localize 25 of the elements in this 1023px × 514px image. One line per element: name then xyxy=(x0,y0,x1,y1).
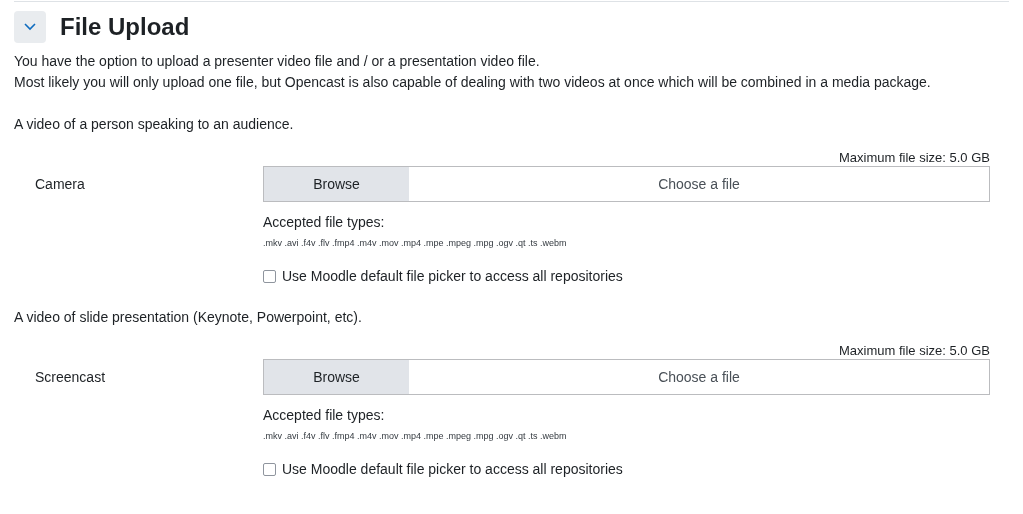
field-description: A video of slide presentation (Keynote, Powerpoint, etc). xyxy=(14,308,363,327)
field-description: A video of a person speaking to an audience. xyxy=(14,115,295,134)
accepted-types-label: Accepted file types: xyxy=(263,213,386,232)
accepted-types: .mkv .avi .f4v .flv .fmp4 .m4v .mov .mp4 .mpe .mpeg .mpg .ogv .qt .ts .webm xyxy=(263,237,568,250)
file-placeholder: Choose a file xyxy=(657,367,741,387)
browse-button[interactable]: Browse xyxy=(264,360,409,394)
collapse-toggle[interactable] xyxy=(14,11,46,43)
field-label: Camera xyxy=(35,176,85,192)
accepted-types: .mkv .avi .f4v .flv .fmp4 .m4v .mov .mp4 .mpe .mpeg .mpg .ogv .qt .ts .webm xyxy=(263,430,568,443)
file-picker[interactable]: Browse Choose a file xyxy=(263,166,990,202)
browse-button[interactable]: Browse xyxy=(264,167,409,201)
intro-text: You have the option to upload a presenter video file and / or a presentation video file. xyxy=(14,52,541,71)
checkbox[interactable] xyxy=(263,462,276,476)
intro-text: Most likely you will only upload one file, but Opencast is also capable of dealing with two videos at once which will be combined in a media package. xyxy=(14,73,932,92)
file-placeholder: Choose a file xyxy=(657,174,741,194)
section-title: File Upload xyxy=(60,15,190,39)
field-label: Screencast xyxy=(35,369,106,385)
file-picker[interactable]: Browse Choose a file xyxy=(263,359,990,395)
checkbox[interactable] xyxy=(263,269,276,283)
chevron-down-icon xyxy=(24,23,36,31)
accepted-types-label: Accepted file types: xyxy=(263,406,386,425)
checkbox-label: Use Moodle default file picker to access all repositories xyxy=(282,267,623,286)
max-file-size: Maximum file size: 5.0 GB xyxy=(839,149,990,166)
checkbox-label: Use Moodle default file picker to access all repositories xyxy=(282,460,623,479)
max-file-size: Maximum file size: 5.0 GB xyxy=(839,342,990,359)
